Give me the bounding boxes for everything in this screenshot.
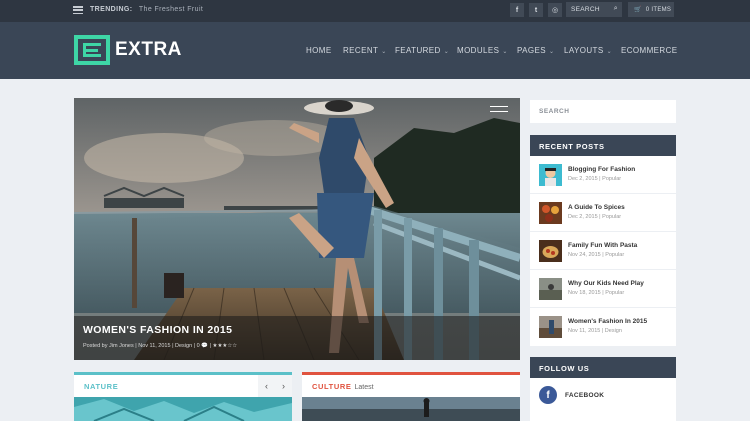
nav-ecommerce[interactable]: ECOMMERCE: [621, 46, 678, 55]
featured-caption: WOMEN'S FASHION IN 2015 Posted by Jim Jo…: [74, 316, 520, 360]
facebook-label[interactable]: FACEBOOK: [565, 392, 604, 399]
post-meta: Dec 2, 2015 | Popular: [568, 176, 622, 182]
post-thumbnail: [539, 278, 562, 300]
post-title[interactable]: Women's Fashion In 2015: [568, 318, 647, 325]
nav-label: LAYOUTS: [564, 46, 604, 55]
post-meta: Nov 18, 2015 | Popular: [568, 290, 625, 296]
recent-post-item[interactable]: Why Our Kids Need Play Nov 18, 2015 | Po…: [530, 270, 676, 308]
chevron-down-icon: ⌄: [381, 49, 387, 55]
search-icon[interactable]: ⌕: [614, 5, 618, 13]
recent-posts-list: Blogging For Fashion Dec 2, 2015 | Popul…: [530, 156, 676, 346]
sidebar-search-input[interactable]: SEARCH: [530, 100, 676, 123]
main-header: EXTRA HOME RECENT ⌄ FEATURED ⌄ MODULES ⌄ PA…: [0, 22, 750, 79]
top-search-input[interactable]: SEARCH ⌕: [566, 2, 622, 17]
cart-icon: 🛒: [634, 7, 642, 13]
post-title[interactable]: Family Fun With Pasta: [568, 242, 637, 249]
category-title[interactable]: CULTURE Latest: [312, 382, 374, 391]
facebook-icon[interactable]: f: [510, 3, 524, 17]
post-thumbnail: [539, 240, 562, 262]
post-title[interactable]: Why Our Kids Need Play: [568, 280, 644, 287]
trending-ticker[interactable]: TRENDING: The Freshest Fruit: [90, 6, 203, 13]
recent-post-item[interactable]: A Guide To Spices Dec 2, 2015 | Popular: [530, 194, 676, 232]
recent-post-item[interactable]: Blogging For Fashion Dec 2, 2015 | Popul…: [530, 156, 676, 194]
trending-text[interactable]: The Freshest Fruit: [139, 6, 203, 13]
cart-label: 0 ITEMS: [645, 7, 672, 13]
chevron-down-icon: ⌄: [502, 49, 508, 55]
nav-modules[interactable]: MODULES ⌄: [457, 46, 508, 55]
nav-featured[interactable]: FEATURED ⌄: [395, 46, 449, 55]
category-title[interactable]: NATURE: [84, 382, 118, 391]
recent-post-item[interactable]: Family Fun With Pasta Nov 24, 2015 | Pop…: [530, 232, 676, 270]
featured-title[interactable]: WOMEN'S FASHION IN 2015: [83, 324, 232, 336]
chevron-right-icon[interactable]: ›: [282, 381, 285, 391]
category-box-nature: NATURE ‹ ›: [74, 372, 292, 421]
nav-label: ECOMMERCE: [621, 46, 678, 55]
logo-mark-icon: [74, 35, 110, 65]
chevron-down-icon: ⌄: [548, 49, 555, 55]
site-logo[interactable]: EXTRA: [74, 35, 182, 65]
category-image[interactable]: [74, 397, 292, 421]
post-title[interactable]: A Guide To Spices: [568, 204, 625, 211]
category-color-bar: [302, 372, 520, 375]
chevron-down-icon: ⌄: [606, 49, 612, 55]
top-bar: TRENDING: The Freshest Fruit f t ◎ SEARC…: [0, 0, 750, 22]
nav-label: RECENT: [343, 46, 379, 55]
post-thumbnail: [539, 164, 562, 186]
chevron-down-icon: ⌄: [443, 49, 450, 55]
post-thumbnail: [539, 316, 562, 338]
post-title[interactable]: Blogging For Fashion: [568, 166, 635, 173]
gallery-icon: [490, 106, 508, 112]
twitter-icon[interactable]: t: [529, 3, 543, 17]
instagram-icon[interactable]: ◎: [548, 3, 562, 17]
featured-meta: Posted by Jim Jones | Nov 11, 2015 | Des…: [83, 343, 238, 349]
nav-label: MODULES: [457, 46, 500, 55]
category-box-culture: CULTURE Latest: [302, 372, 520, 421]
nav-recent[interactable]: RECENT ⌄: [343, 46, 387, 55]
nav-label: PAGES: [517, 46, 546, 55]
post-meta: Nov 11, 2015 | Design: [568, 328, 622, 334]
nav-label: HOME: [306, 46, 332, 55]
recent-post-item[interactable]: Women's Fashion In 2015 Nov 11, 2015 | D…: [530, 308, 676, 346]
nav-pages[interactable]: PAGES ⌄: [517, 46, 554, 55]
logo-text: EXTRA: [115, 39, 182, 60]
chevron-left-icon[interactable]: ‹: [265, 381, 268, 391]
follow-us-widget: f FACEBOOK: [530, 378, 676, 421]
category-title-text: CULTURE: [312, 382, 352, 391]
nav-layouts[interactable]: LAYOUTS ⌄: [564, 46, 612, 55]
post-meta: Dec 2, 2015 | Popular: [568, 214, 622, 220]
category-carousel-nav: ‹ ›: [258, 375, 292, 397]
post-meta: Nov 24, 2015 | Popular: [568, 252, 625, 258]
category-title-text: NATURE: [84, 382, 119, 391]
recent-posts-heading: RECENT POSTS: [530, 135, 676, 156]
trending-label: TRENDING:: [90, 6, 133, 13]
nav-home[interactable]: HOME: [306, 46, 332, 55]
nav-label: FEATURED: [395, 46, 441, 55]
top-search-label: SEARCH: [571, 6, 600, 13]
cart-button[interactable]: 🛒 0 ITEMS: [628, 2, 674, 17]
post-thumbnail: [539, 202, 562, 224]
menu-icon[interactable]: [73, 6, 83, 15]
follow-us-heading: FOLLOW US: [530, 357, 676, 378]
category-image[interactable]: [302, 397, 520, 421]
category-subtitle: Latest: [354, 384, 374, 391]
featured-post[interactable]: WOMEN'S FASHION IN 2015 Posted by Jim Jo…: [74, 98, 520, 360]
facebook-icon[interactable]: f: [539, 386, 557, 404]
